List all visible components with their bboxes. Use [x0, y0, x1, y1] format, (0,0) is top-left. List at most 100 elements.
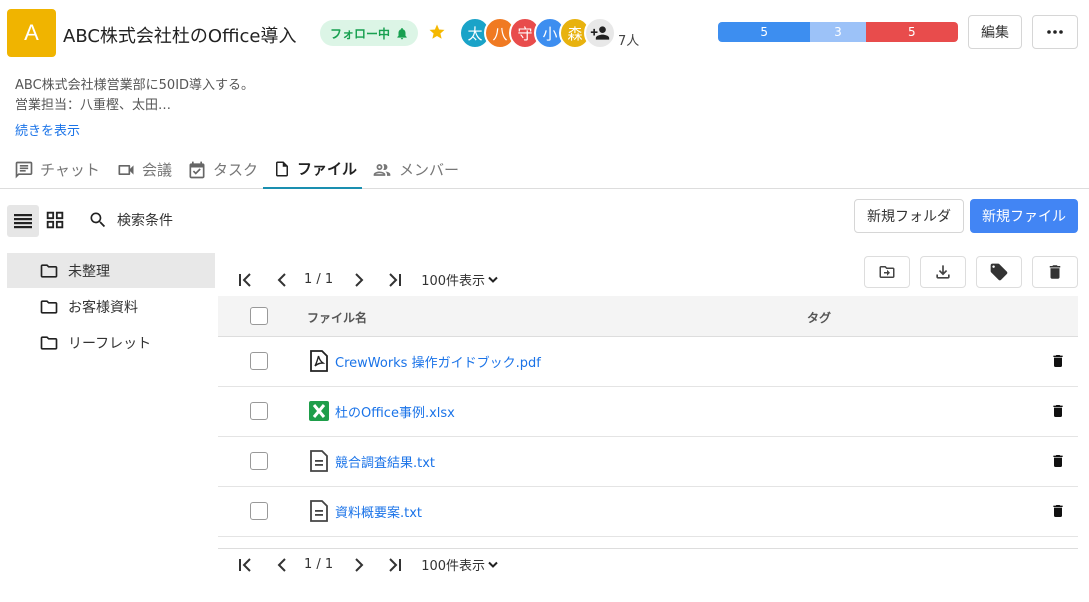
folder-name: リーフレット — [68, 335, 152, 352]
table-row[interactable]: 杜のOffice事例.xlsx — [218, 387, 1078, 437]
page-size-select[interactable]: 100件表示 — [421, 555, 498, 574]
search-label: 検索条件 — [117, 213, 173, 229]
calendar-check-icon — [187, 160, 207, 180]
tab-label: ファイル — [297, 160, 358, 178]
last-page-icon[interactable] — [377, 272, 413, 287]
download-icon — [933, 262, 953, 282]
table-row[interactable]: 競合調査結果.txt — [218, 437, 1078, 487]
tab-label: チャット — [40, 161, 100, 179]
file-table-header: ファイル名 タグ — [218, 296, 1078, 337]
tab-meeting[interactable]: 会議 — [116, 150, 176, 189]
new-file-button[interactable]: 新規ファイル — [970, 199, 1078, 233]
tab-label: 会議 — [142, 161, 173, 179]
tab-task[interactable]: タスク — [187, 150, 259, 189]
download-button[interactable] — [920, 256, 966, 288]
tab-chat[interactable]: チャット — [14, 150, 104, 189]
more-button[interactable] — [1032, 15, 1078, 49]
row-checkbox[interactable] — [250, 452, 268, 470]
last-page-icon[interactable] — [377, 557, 413, 572]
page-indicator: 1 / 1 — [304, 557, 334, 572]
search-filter-button[interactable]: 検索条件 — [88, 210, 173, 230]
chevron-down-icon — [488, 276, 498, 284]
page-size-select[interactable]: 100件表示 — [421, 270, 498, 289]
page-size-label: 100件表示 — [421, 559, 486, 574]
row-checkbox[interactable] — [250, 352, 268, 370]
trash-icon[interactable] — [1050, 502, 1066, 520]
folder-move-icon — [877, 263, 897, 281]
row-checkbox[interactable] — [250, 502, 268, 520]
grid-view-button[interactable] — [44, 209, 66, 231]
member-count: 7人 — [618, 34, 640, 49]
divider — [218, 548, 1078, 549]
star-icon[interactable] — [428, 23, 446, 41]
folder-name: お客様資料 — [68, 299, 138, 316]
project-description: ABC株式会社様営業部に50ID導入する。 営業担当：八重樫、太田… — [15, 76, 254, 116]
first-page-icon[interactable] — [228, 272, 264, 287]
follow-button[interactable]: フォロー中 — [320, 20, 419, 46]
move-file-button[interactable] — [864, 256, 910, 288]
folder-item[interactable]: お客様資料 — [7, 289, 215, 324]
table-row[interactable]: CrewWorks 操作ガイドブック.pdf — [218, 337, 1078, 387]
delete-selected-button[interactable] — [1032, 256, 1078, 288]
people-icon — [371, 160, 393, 180]
member-avatars[interactable]: 太 八 守 小 森 — [459, 17, 616, 49]
folder-icon — [38, 333, 60, 353]
pdf-file-icon — [309, 350, 329, 372]
show-more-link[interactable]: 続きを表示 — [15, 120, 80, 139]
folder-icon — [38, 261, 60, 281]
list-view-button[interactable] — [7, 205, 39, 237]
file-icon — [273, 159, 291, 179]
trash-icon[interactable] — [1050, 452, 1066, 470]
folder-item[interactable]: リーフレット — [7, 325, 215, 360]
prev-page-icon[interactable] — [264, 557, 300, 572]
next-page-icon[interactable] — [341, 557, 377, 572]
tab-files[interactable]: ファイル — [263, 150, 362, 189]
grid-icon — [44, 209, 66, 231]
page-indicator: 1 / 1 — [304, 272, 334, 287]
project-avatar: A — [7, 9, 56, 57]
column-header-name[interactable]: ファイル名 — [307, 309, 367, 326]
tab-members[interactable]: メンバー — [371, 150, 461, 189]
new-folder-button[interactable]: 新規フォルダ — [854, 199, 964, 233]
excel-file-icon — [309, 400, 329, 422]
text-file-icon — [309, 450, 329, 472]
tab-label: タスク — [213, 161, 259, 179]
row-checkbox[interactable] — [250, 402, 268, 420]
tag-button[interactable] — [976, 256, 1022, 288]
add-member-icon[interactable] — [584, 17, 616, 49]
table-row[interactable]: 資料概要案.txt — [218, 487, 1078, 537]
select-all-checkbox[interactable] — [250, 307, 268, 325]
pagination-top: 1 / 1 100件表示 — [228, 270, 498, 289]
description-line: 営業担当：八重樫、太田… — [15, 98, 172, 113]
progress-segment: 3 — [810, 22, 866, 42]
file-name-link[interactable]: 杜のOffice事例.xlsx — [335, 402, 455, 421]
prev-page-icon[interactable] — [264, 272, 300, 287]
more-horizontal-icon — [1047, 30, 1063, 34]
file-name-link[interactable]: CrewWorks 操作ガイドブック.pdf — [335, 352, 541, 371]
trash-icon[interactable] — [1050, 352, 1066, 370]
video-icon — [116, 160, 136, 180]
progress-segment: 5 — [865, 22, 958, 42]
file-name-link[interactable]: 競合調査結果.txt — [335, 452, 435, 471]
folder-icon — [38, 297, 60, 317]
tag-icon — [989, 262, 1009, 282]
page-size-label: 100件表示 — [421, 274, 486, 289]
tab-bar: チャット 会議 タスク ファイル メンバー — [0, 150, 1089, 189]
tab-label: メンバー — [399, 161, 460, 179]
search-icon — [88, 210, 108, 230]
trash-icon — [1046, 263, 1064, 281]
column-header-tag: タグ — [807, 311, 832, 325]
file-name-link[interactable]: 資料概要案.txt — [335, 502, 422, 521]
list-icon — [14, 213, 32, 229]
next-page-icon[interactable] — [341, 272, 377, 287]
bell-icon — [395, 26, 409, 41]
trash-icon[interactable] — [1050, 402, 1066, 420]
first-page-icon[interactable] — [228, 557, 264, 572]
chat-icon — [14, 160, 34, 180]
edit-button[interactable]: 編集 — [968, 15, 1022, 49]
pagination-bottom: 1 / 1 100件表示 — [228, 555, 498, 574]
project-title: ABC株式会社杜のOffice導入 — [63, 26, 297, 47]
task-progress-bar: 535 — [718, 22, 958, 42]
folder-item[interactable]: 未整理 — [7, 253, 215, 288]
description-line: ABC株式会社様営業部に50ID導入する。 — [15, 78, 255, 93]
